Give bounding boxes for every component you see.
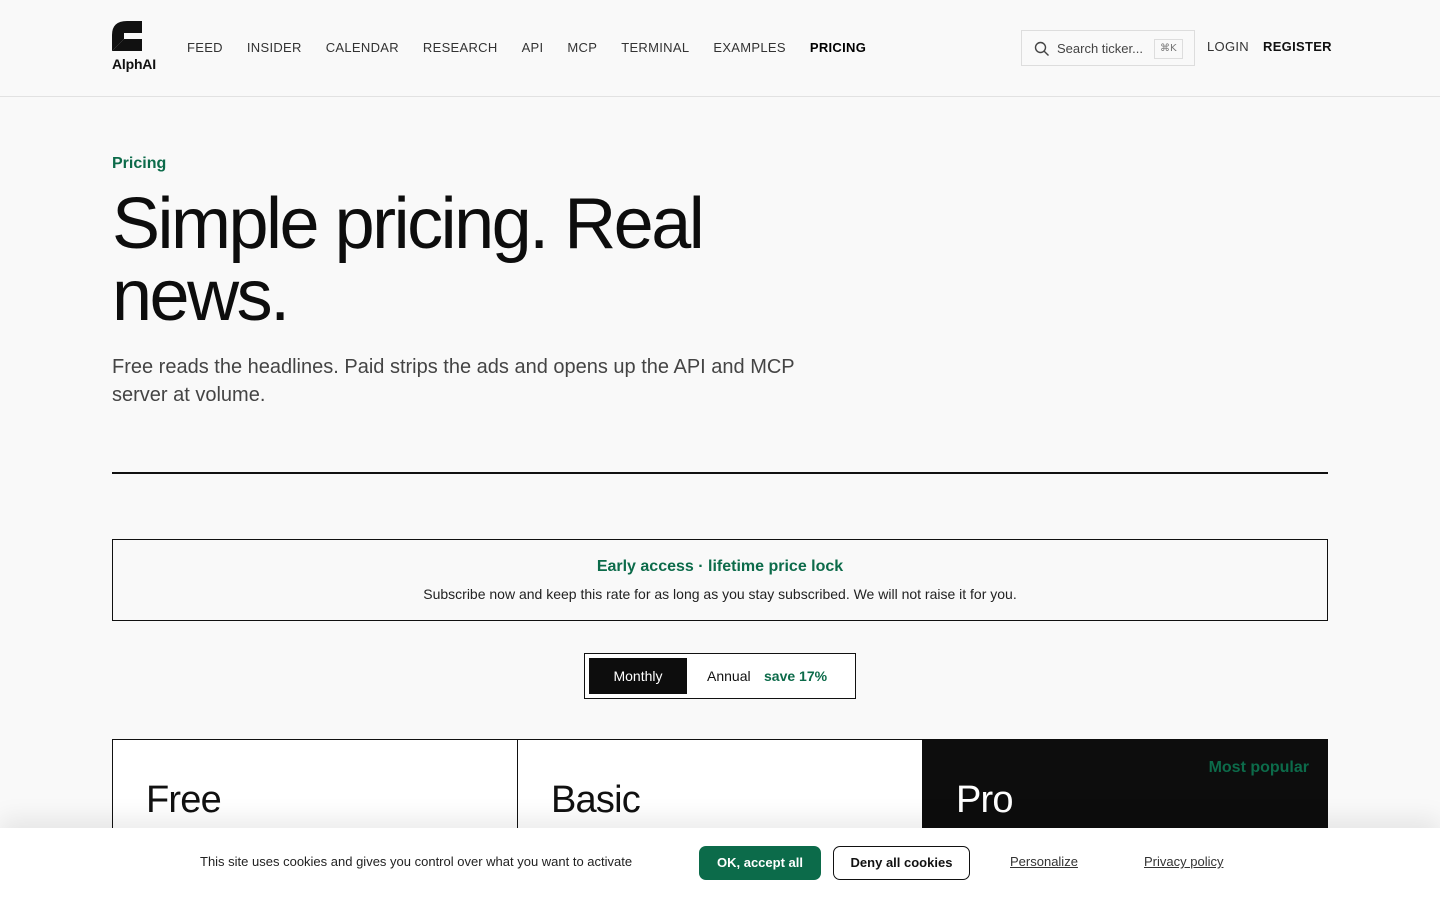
early-access-banner: Early access · lifetime price lock Subsc…: [112, 539, 1328, 621]
page-title: Simple pricing. Real news.: [112, 184, 705, 336]
privacy-policy-link[interactable]: Privacy policy: [1144, 854, 1223, 869]
personalize-cookies-link[interactable]: Personalize: [1010, 854, 1078, 869]
page-subtitle: Free reads the headlines. Paid strips th…: [112, 356, 795, 406]
banner-title: Early access · lifetime price lock: [596, 558, 844, 575]
billing-period-toggle: Monthly Annual save 17%: [584, 653, 856, 699]
brand-logo[interactable]: AlphAI: [112, 21, 172, 77]
nav-terminal[interactable]: TERMINAL: [621, 39, 689, 57]
plan-name: Basic: [551, 779, 641, 821]
deny-cookies-button[interactable]: Deny all cookies: [833, 846, 970, 880]
nav-mcp[interactable]: MCP: [567, 39, 597, 57]
section-divider: [112, 472, 1328, 474]
nav-examples[interactable]: EXAMPLES: [713, 39, 785, 57]
search-icon: [1034, 41, 1049, 56]
site-header: AlphAI FEED INSIDER CALENDAR RESEARCH AP…: [0, 0, 1440, 97]
login-link[interactable]: LOGIN: [1207, 39, 1249, 54]
most-popular-badge: Most popular: [1208, 759, 1309, 776]
cookie-message: This site uses cookies and gives you con…: [200, 854, 633, 869]
nav-research[interactable]: RESEARCH: [423, 39, 498, 57]
main-nav: FEED INSIDER CALENDAR RESEARCH API MCP T…: [187, 39, 890, 57]
billing-annual-option[interactable]: Annual: [707, 668, 751, 684]
nav-api[interactable]: API: [522, 39, 544, 57]
register-link[interactable]: REGISTER: [1263, 39, 1332, 54]
brand-name: AlphAI: [112, 56, 156, 72]
banner-text: Subscribe now and keep this rate for as …: [423, 586, 1017, 602]
cookie-consent-bar: This site uses cookies and gives you con…: [0, 828, 1440, 900]
nav-insider[interactable]: INSIDER: [247, 39, 302, 57]
search-input[interactable]: Search ticker... ⌘K: [1021, 30, 1195, 66]
nav-calendar[interactable]: CALENDAR: [326, 39, 399, 57]
plan-name: Pro: [956, 779, 1014, 821]
alphai-logo-icon: [112, 21, 142, 51]
search-shortcut-badge: ⌘K: [1154, 39, 1183, 59]
accept-cookies-button[interactable]: OK, accept all: [699, 846, 821, 880]
nav-feed[interactable]: FEED: [187, 39, 223, 57]
page-eyebrow: Pricing: [112, 155, 167, 172]
search-placeholder: Search ticker...: [1057, 41, 1143, 56]
annual-savings-badge: save 17%: [764, 668, 828, 684]
plan-name: Free: [146, 779, 222, 821]
billing-monthly-option[interactable]: Monthly: [589, 658, 687, 694]
nav-pricing[interactable]: PRICING: [810, 39, 866, 57]
